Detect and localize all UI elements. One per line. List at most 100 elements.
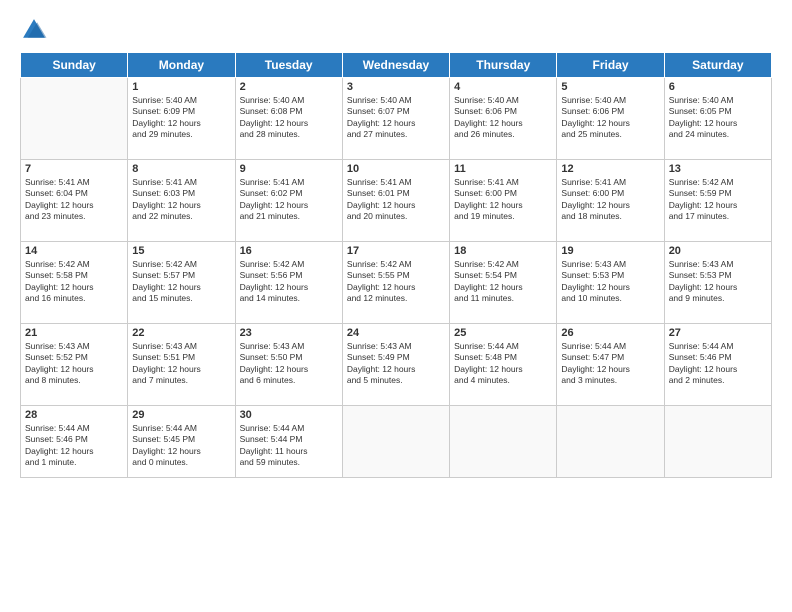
cell-daylight-info: Sunrise: 5:42 AM Sunset: 5:56 PM Dayligh… xyxy=(240,259,338,305)
cell-daylight-info: Sunrise: 5:40 AM Sunset: 6:08 PM Dayligh… xyxy=(240,95,338,141)
calendar-cell xyxy=(557,406,664,478)
day-number: 22 xyxy=(132,327,230,339)
calendar-cell: 7 Sunrise: 5:41 AM Sunset: 6:04 PM Daylig… xyxy=(21,160,128,242)
cell-daylight-info: Sunrise: 5:42 AM Sunset: 5:57 PM Dayligh… xyxy=(132,259,230,305)
logo-icon xyxy=(20,16,48,44)
calendar-cell xyxy=(664,406,771,478)
cell-daylight-info: Sunrise: 5:44 AM Sunset: 5:46 PM Dayligh… xyxy=(25,423,123,469)
day-number: 16 xyxy=(240,245,338,257)
calendar-cell: 28 Sunrise: 5:44 AM Sunset: 5:46 PM Dayli… xyxy=(21,406,128,478)
calendar-cell xyxy=(21,78,128,160)
cell-daylight-info: Sunrise: 5:43 AM Sunset: 5:53 PM Dayligh… xyxy=(669,259,767,305)
cell-daylight-info: Sunrise: 5:42 AM Sunset: 5:54 PM Dayligh… xyxy=(454,259,552,305)
calendar-cell: 14 Sunrise: 5:42 AM Sunset: 5:58 PM Dayli… xyxy=(21,242,128,324)
calendar-cell xyxy=(342,406,449,478)
cell-daylight-info: Sunrise: 5:41 AM Sunset: 6:03 PM Dayligh… xyxy=(132,177,230,223)
calendar-table: SundayMondayTuesdayWednesdayThursdayFrid… xyxy=(20,52,772,478)
calendar-cell: 18 Sunrise: 5:42 AM Sunset: 5:54 PM Dayli… xyxy=(450,242,557,324)
cell-daylight-info: Sunrise: 5:41 AM Sunset: 6:04 PM Dayligh… xyxy=(25,177,123,223)
cell-daylight-info: Sunrise: 5:44 AM Sunset: 5:48 PM Dayligh… xyxy=(454,341,552,387)
header xyxy=(20,16,772,44)
day-number: 29 xyxy=(132,409,230,421)
day-number: 14 xyxy=(25,245,123,257)
week-row-1: 1 Sunrise: 5:40 AM Sunset: 6:09 PM Daylig… xyxy=(21,78,772,160)
cell-daylight-info: Sunrise: 5:43 AM Sunset: 5:50 PM Dayligh… xyxy=(240,341,338,387)
week-row-5: 28 Sunrise: 5:44 AM Sunset: 5:46 PM Dayli… xyxy=(21,406,772,478)
calendar-cell: 26 Sunrise: 5:44 AM Sunset: 5:47 PM Dayli… xyxy=(557,324,664,406)
calendar-cell: 6 Sunrise: 5:40 AM Sunset: 6:05 PM Daylig… xyxy=(664,78,771,160)
day-number: 6 xyxy=(669,81,767,93)
day-number: 27 xyxy=(669,327,767,339)
calendar-cell: 2 Sunrise: 5:40 AM Sunset: 6:08 PM Daylig… xyxy=(235,78,342,160)
day-number: 24 xyxy=(347,327,445,339)
day-number: 3 xyxy=(347,81,445,93)
day-number: 15 xyxy=(132,245,230,257)
calendar-cell: 21 Sunrise: 5:43 AM Sunset: 5:52 PM Dayli… xyxy=(21,324,128,406)
cell-daylight-info: Sunrise: 5:43 AM Sunset: 5:53 PM Dayligh… xyxy=(561,259,659,305)
day-number: 7 xyxy=(25,163,123,175)
day-number: 30 xyxy=(240,409,338,421)
day-number: 1 xyxy=(132,81,230,93)
column-header-friday: Friday xyxy=(557,53,664,78)
calendar-cell: 11 Sunrise: 5:41 AM Sunset: 6:00 PM Dayli… xyxy=(450,160,557,242)
day-number: 4 xyxy=(454,81,552,93)
column-header-wednesday: Wednesday xyxy=(342,53,449,78)
calendar-cell: 5 Sunrise: 5:40 AM Sunset: 6:06 PM Daylig… xyxy=(557,78,664,160)
calendar-cell: 25Sunrise: 5:44 AM Sunset: 5:48 PM Dayli… xyxy=(450,324,557,406)
day-number: 23 xyxy=(240,327,338,339)
logo xyxy=(20,16,52,44)
calendar-cell: 8Sunrise: 5:41 AM Sunset: 6:03 PM Daylig… xyxy=(128,160,235,242)
page: SundayMondayTuesdayWednesdayThursdayFrid… xyxy=(0,0,792,612)
day-number: 21 xyxy=(25,327,123,339)
column-header-saturday: Saturday xyxy=(664,53,771,78)
cell-daylight-info: Sunrise: 5:43 AM Sunset: 5:49 PM Dayligh… xyxy=(347,341,445,387)
cell-daylight-info: Sunrise: 5:42 AM Sunset: 5:58 PM Dayligh… xyxy=(25,259,123,305)
day-number: 10 xyxy=(347,163,445,175)
day-number: 26 xyxy=(561,327,659,339)
calendar-cell: 12Sunrise: 5:41 AM Sunset: 6:00 PM Dayli… xyxy=(557,160,664,242)
week-row-4: 21 Sunrise: 5:43 AM Sunset: 5:52 PM Dayli… xyxy=(21,324,772,406)
cell-daylight-info: Sunrise: 5:44 AM Sunset: 5:47 PM Dayligh… xyxy=(561,341,659,387)
cell-daylight-info: Sunrise: 5:43 AM Sunset: 5:52 PM Dayligh… xyxy=(25,341,123,387)
cell-daylight-info: Sunrise: 5:40 AM Sunset: 6:09 PM Dayligh… xyxy=(132,95,230,141)
day-number: 9 xyxy=(240,163,338,175)
cell-daylight-info: Sunrise: 5:43 AM Sunset: 5:51 PM Dayligh… xyxy=(132,341,230,387)
column-header-sunday: Sunday xyxy=(21,53,128,78)
calendar-cell: 15 Sunrise: 5:42 AM Sunset: 5:57 PM Dayli… xyxy=(128,242,235,324)
calendar-cell: 30 Sunrise: 5:44 AM Sunset: 5:44 PM Dayli… xyxy=(235,406,342,478)
day-number: 19 xyxy=(561,245,659,257)
day-number: 5 xyxy=(561,81,659,93)
calendar-cell: 3Sunrise: 5:40 AM Sunset: 6:07 PM Daylig… xyxy=(342,78,449,160)
cell-daylight-info: Sunrise: 5:44 AM Sunset: 5:44 PM Dayligh… xyxy=(240,423,338,469)
calendar-cell: 23 Sunrise: 5:43 AM Sunset: 5:50 PM Dayli… xyxy=(235,324,342,406)
day-number: 2 xyxy=(240,81,338,93)
header-row: SundayMondayTuesdayWednesdayThursdayFrid… xyxy=(21,53,772,78)
day-number: 12 xyxy=(561,163,659,175)
calendar-cell: 22 Sunrise: 5:43 AM Sunset: 5:51 PM Dayli… xyxy=(128,324,235,406)
day-number: 13 xyxy=(669,163,767,175)
day-number: 18 xyxy=(454,245,552,257)
calendar-cell: 24 Sunrise: 5:43 AM Sunset: 5:49 PM Dayli… xyxy=(342,324,449,406)
column-header-tuesday: Tuesday xyxy=(235,53,342,78)
day-number: 17 xyxy=(347,245,445,257)
column-header-thursday: Thursday xyxy=(450,53,557,78)
cell-daylight-info: Sunrise: 5:44 AM Sunset: 5:46 PM Dayligh… xyxy=(669,341,767,387)
cell-daylight-info: Sunrise: 5:40 AM Sunset: 6:06 PM Dayligh… xyxy=(454,95,552,141)
cell-daylight-info: Sunrise: 5:40 AM Sunset: 6:06 PM Dayligh… xyxy=(561,95,659,141)
cell-daylight-info: Sunrise: 5:42 AM Sunset: 5:59 PM Dayligh… xyxy=(669,177,767,223)
calendar-cell: 20 Sunrise: 5:43 AM Sunset: 5:53 PM Dayli… xyxy=(664,242,771,324)
calendar-cell: 4 Sunrise: 5:40 AM Sunset: 6:06 PM Daylig… xyxy=(450,78,557,160)
day-number: 11 xyxy=(454,163,552,175)
cell-daylight-info: Sunrise: 5:41 AM Sunset: 6:00 PM Dayligh… xyxy=(454,177,552,223)
calendar-cell: 19 Sunrise: 5:43 AM Sunset: 5:53 PM Dayli… xyxy=(557,242,664,324)
cell-daylight-info: Sunrise: 5:40 AM Sunset: 6:05 PM Dayligh… xyxy=(669,95,767,141)
day-number: 20 xyxy=(669,245,767,257)
calendar-cell: 27 Sunrise: 5:44 AM Sunset: 5:46 PM Dayli… xyxy=(664,324,771,406)
calendar-cell: 16 Sunrise: 5:42 AM Sunset: 5:56 PM Dayli… xyxy=(235,242,342,324)
day-number: 28 xyxy=(25,409,123,421)
calendar-cell: 1 Sunrise: 5:40 AM Sunset: 6:09 PM Daylig… xyxy=(128,78,235,160)
calendar-cell: 29Sunrise: 5:44 AM Sunset: 5:45 PM Dayli… xyxy=(128,406,235,478)
calendar-cell: 10Sunrise: 5:41 AM Sunset: 6:01 PM Dayli… xyxy=(342,160,449,242)
week-row-3: 14 Sunrise: 5:42 AM Sunset: 5:58 PM Dayli… xyxy=(21,242,772,324)
calendar-cell: 13 Sunrise: 5:42 AM Sunset: 5:59 PM Dayli… xyxy=(664,160,771,242)
